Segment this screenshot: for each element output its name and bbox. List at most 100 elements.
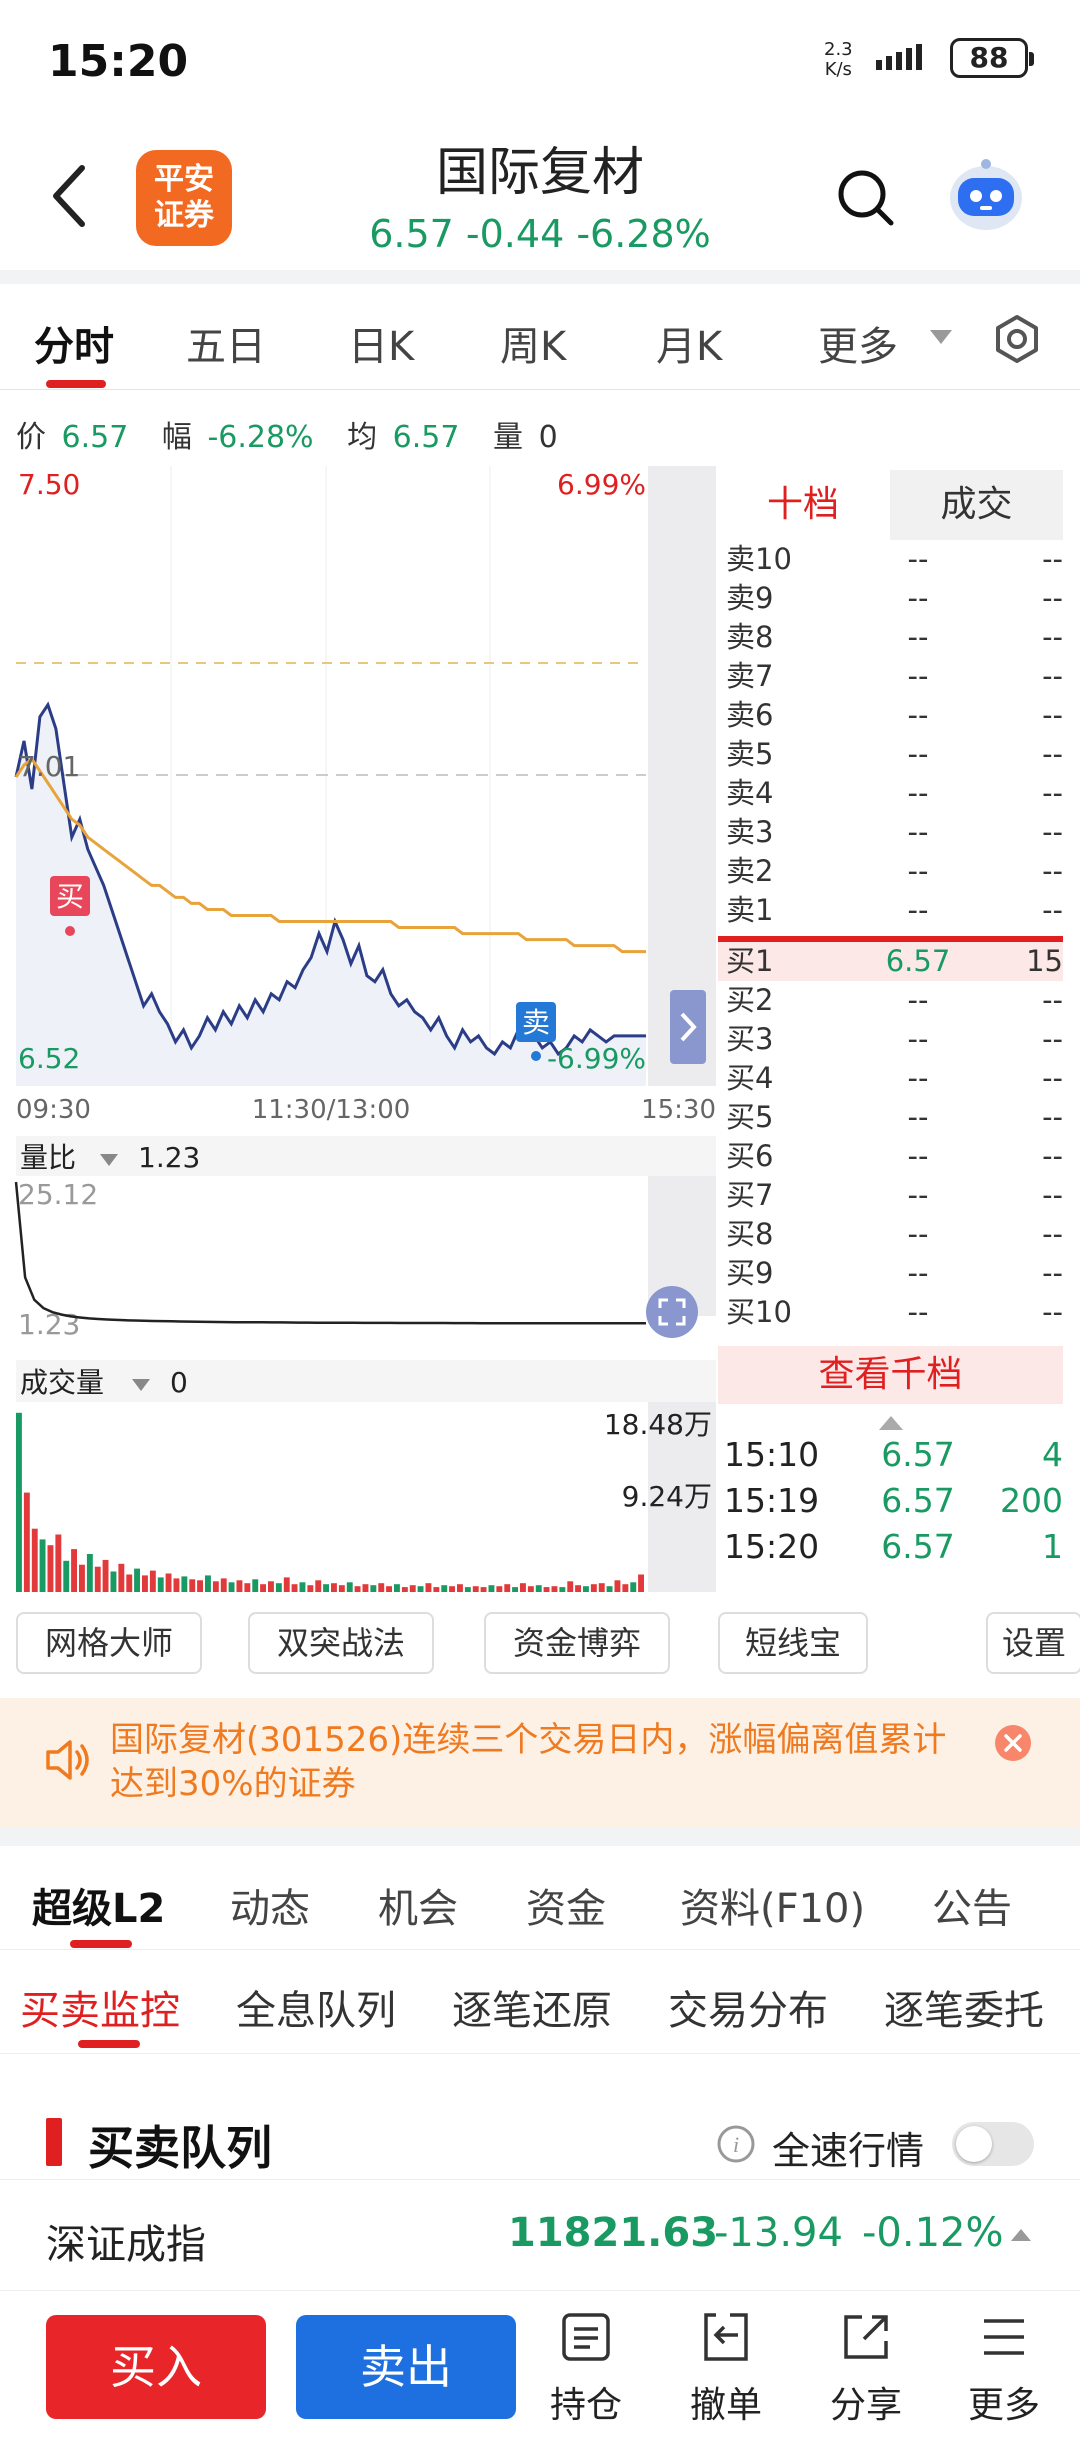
- volume-bar: [417, 1586, 424, 1592]
- tab-daily-k[interactable]: 日K: [348, 314, 414, 372]
- ask-level-row[interactable]: 卖6 -- --: [718, 696, 1063, 735]
- index-value: 11821.63: [508, 2210, 719, 2256]
- tab-more[interactable]: 更多: [818, 314, 898, 372]
- ratio-bottom-label: 1.23: [18, 1308, 80, 1341]
- ask-level-row[interactable]: 卖7 -- --: [718, 657, 1063, 696]
- bid-level-row[interactable]: 买3 -- --: [718, 1020, 1063, 1059]
- fund-game-button[interactable]: 资金博弈: [484, 1612, 670, 1674]
- fullspeed-toggle[interactable]: [952, 2122, 1034, 2166]
- speaker-icon: [46, 1740, 89, 1780]
- assistant-robot-icon[interactable]: [944, 156, 1028, 236]
- grid-master-button[interactable]: 网格大师: [16, 1612, 202, 1674]
- ask-level-row[interactable]: 卖8 -- --: [718, 618, 1063, 657]
- bid-level-row[interactable]: 买2 -- --: [718, 981, 1063, 1020]
- tab-funds[interactable]: 资金: [526, 1876, 606, 1934]
- ask-level-row[interactable]: 卖10 -- --: [718, 540, 1063, 579]
- orderbook-tabs: 十档 成交: [718, 470, 1063, 540]
- close-icon[interactable]: [994, 1724, 1032, 1762]
- ask-level-row[interactable]: 卖3 -- --: [718, 813, 1063, 852]
- tab-trade-distribution[interactable]: 交易分布: [668, 1978, 828, 2036]
- buy-button[interactable]: 买入: [46, 2315, 266, 2419]
- bid-level-row[interactable]: 买4 -- --: [718, 1059, 1063, 1098]
- sell-button[interactable]: 卖出: [296, 2315, 516, 2419]
- tab-intraday[interactable]: 分时: [34, 314, 114, 372]
- level-price: --: [907, 893, 929, 927]
- level-volume: --: [1042, 1295, 1063, 1329]
- volume-bar: [212, 1581, 219, 1592]
- tab-news[interactable]: 动态: [230, 1876, 310, 1934]
- tab-order-by-order[interactable]: 逐笔委托: [884, 1978, 1044, 2036]
- trade-time: 15:10: [724, 1435, 820, 1474]
- tab-monthly-k[interactable]: 月K: [656, 314, 722, 372]
- fullscreen-button: [646, 1286, 698, 1338]
- tab-five-day[interactable]: 五日: [186, 314, 266, 372]
- volume-bar: [535, 1585, 542, 1592]
- ask-level-row[interactable]: 卖1 -- --: [718, 891, 1063, 930]
- bid-level-row[interactable]: 买5 -- --: [718, 1098, 1063, 1137]
- price-value: 6.57: [61, 420, 129, 455]
- tab-trade-monitor[interactable]: 买卖监控: [20, 1978, 180, 2036]
- bid-level-row[interactable]: 买7 -- --: [718, 1176, 1063, 1215]
- ask-level-row[interactable]: 卖9 -- --: [718, 579, 1063, 618]
- more-button[interactable]: 更多: [954, 2311, 1054, 2428]
- level-label: 买5: [726, 1100, 774, 1134]
- index-ticker[interactable]: 深证成指 11821.63 -13.94 -0.12%: [0, 2180, 1080, 2290]
- price-label: 价: [16, 420, 46, 455]
- volume-bar: [307, 1585, 314, 1592]
- ask-level-row[interactable]: 卖2 -- --: [718, 852, 1063, 891]
- search-icon[interactable]: [836, 168, 896, 228]
- fullspeed-label: 全速行情: [772, 2129, 925, 2173]
- volume-bar: [118, 1563, 125, 1592]
- toggle-knob: [956, 2126, 992, 2162]
- volume-bar: [401, 1587, 408, 1592]
- tab-announcement[interactable]: 公告: [932, 1876, 1012, 1934]
- signal-icon: [876, 44, 922, 70]
- volume-bar: [181, 1576, 188, 1592]
- tab-full-queue[interactable]: 全息队列: [236, 1978, 396, 2036]
- bid-level-row[interactable]: 买1 6.57 15: [718, 942, 1063, 981]
- volume-bar: [260, 1584, 266, 1592]
- volume-bar: [567, 1581, 574, 1592]
- tab-weekly-k[interactable]: 周K: [500, 314, 566, 372]
- volume-bar: [425, 1583, 432, 1592]
- double-breakout-button[interactable]: 双突战法: [248, 1612, 434, 1674]
- level-label: 买10: [726, 1295, 792, 1329]
- trade-time: 15:19: [724, 1481, 820, 1520]
- x-label: 09:30: [16, 1095, 91, 1125]
- intraday-chart[interactable]: 7.50 6.99% 7.01 6.52 -6.99% 09:30 11:30/13:00 1…: [0, 466, 720, 1592]
- tab-ten-levels[interactable]: 十档: [718, 470, 888, 540]
- share-button[interactable]: 分享: [816, 2311, 916, 2428]
- tab-super-l2[interactable]: 超级L2: [32, 1876, 165, 1934]
- bid-level-row[interactable]: 买6 -- --: [718, 1137, 1063, 1176]
- tab-opportunity[interactable]: 机会: [378, 1876, 458, 1934]
- view-thousand-levels-button[interactable]: 查看千档: [718, 1346, 1063, 1404]
- sell-marker-dot: [531, 1051, 541, 1061]
- tab-f10[interactable]: 资料(F10): [680, 1876, 865, 1934]
- short-term-button[interactable]: 短线宝: [718, 1612, 868, 1674]
- expand-up-icon[interactable]: [1010, 2228, 1032, 2242]
- bid-level-row[interactable]: 买9 -- --: [718, 1254, 1063, 1293]
- tab-trades[interactable]: 成交: [890, 470, 1063, 540]
- y-mid-label: 7.01: [18, 750, 80, 783]
- ask-level-row[interactable]: 卖5 -- --: [718, 735, 1063, 774]
- info-icon[interactable]: i: [716, 2124, 756, 2164]
- holdings-button[interactable]: 持仓: [536, 2311, 636, 2428]
- bid-level-row[interactable]: 买8 -- --: [718, 1215, 1063, 1254]
- active-tab-indicator: [70, 1940, 132, 1948]
- volume-bar: [142, 1575, 148, 1592]
- trade-row: 15:10 6.57 4: [718, 1432, 1063, 1478]
- bid-level-row[interactable]: 买10 -- --: [718, 1293, 1063, 1332]
- ratio-label: 量比: [20, 1141, 76, 1174]
- gear-icon[interactable]: [992, 314, 1042, 364]
- volume-bar: [433, 1587, 440, 1592]
- level-volume: --: [1042, 659, 1063, 693]
- status-bar: 15:20 2.3 K/s 88: [0, 0, 1080, 120]
- level-volume: --: [1042, 776, 1063, 810]
- volume-bar: [614, 1580, 621, 1592]
- tab-tick-restore[interactable]: 逐笔还原: [452, 1978, 612, 2036]
- collapse-up-icon[interactable]: [877, 1414, 905, 1432]
- settings-button[interactable]: 设置: [986, 1612, 1080, 1674]
- cancel-order-button[interactable]: 撤单: [676, 2311, 776, 2428]
- ask-level-row[interactable]: 卖4 -- --: [718, 774, 1063, 813]
- level-label: 卖7: [726, 659, 774, 693]
